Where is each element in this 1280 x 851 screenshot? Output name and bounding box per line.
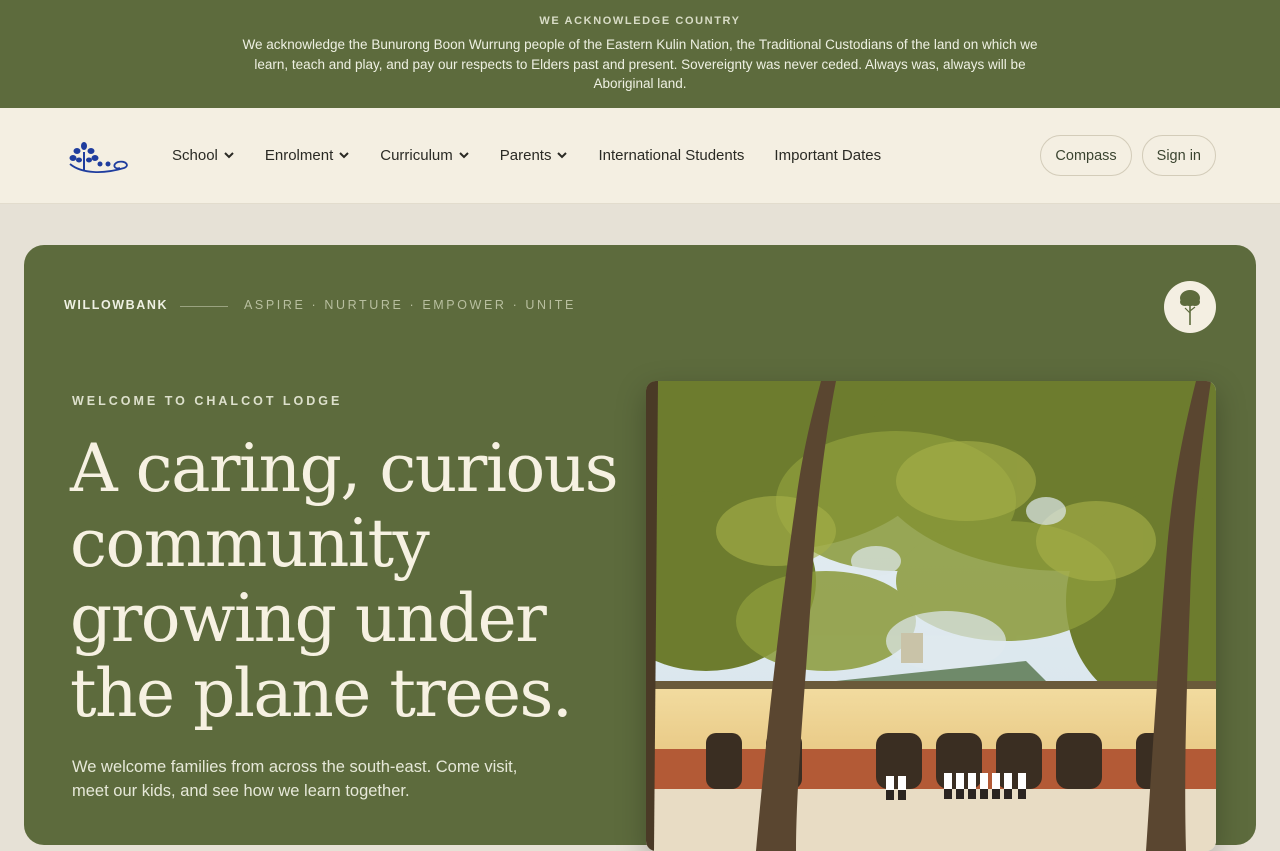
chevron-down-icon [557,152,568,159]
nav-item-label: School [172,146,218,164]
nav-item-enrolment[interactable]: Enrolment [265,145,350,165]
brand-name: WILLOWBANK [64,298,169,312]
nav-item-parents[interactable]: Parents [500,145,569,165]
chevron-down-icon [459,152,469,159]
nav-item-curriculum[interactable]: Curriculum [380,145,470,165]
tree-icon [1164,281,1216,333]
hero-eyebrow: WELCOME TO CHALCOT LODGE [72,394,343,408]
school-photo [646,381,1216,851]
nav-item-label: Curriculum [380,146,453,164]
brand-divider [180,306,228,307]
hero-lede: We welcome families from across the sout… [72,758,518,800]
chevron-down-icon [224,152,234,159]
nav-item-school[interactable]: School [172,145,235,165]
school-logo-icon[interactable] [64,140,130,176]
acknowledgement-title: WE ACKNOWLEDGE COUNTRY [539,15,741,27]
school-motto: ASPIRE · NURTURE · EMPOWER · UNITE [244,298,576,312]
nav-item-label: International Students [598,146,745,164]
chevron-down-icon [339,152,349,159]
nav-item-label: Parents [499,146,552,164]
main-navigation: School Enrolment Curriculum Parents Inte… [0,108,1280,204]
nav-item-important-dates[interactable]: Important Dates [774,145,881,165]
acknowledgement-banner: WE ACKNOWLEDGE COUNTRY We acknowledge th… [0,0,1280,108]
acknowledgement-text: We acknowledge the Bunurong Boon Wurrung… [242,37,1038,91]
sign-in-button[interactable]: Sign in [1141,135,1216,176]
hero-section: WILLOWBANK ASPIRE · NURTURE · EMPOWER · … [24,245,1256,851]
nav-item-label: Important Dates [774,146,882,164]
nav-item-label: Enrolment [264,146,334,164]
nav-actions: Compass Sign in [1040,135,1216,176]
nav-item-international-students[interactable]: International Students [598,145,744,165]
compass-button[interactable]: Compass [1040,135,1132,176]
hero-headline: A caring, curious community growing unde… [70,430,619,732]
nav-menu: School Enrolment Curriculum Parents Inte… [172,145,911,165]
